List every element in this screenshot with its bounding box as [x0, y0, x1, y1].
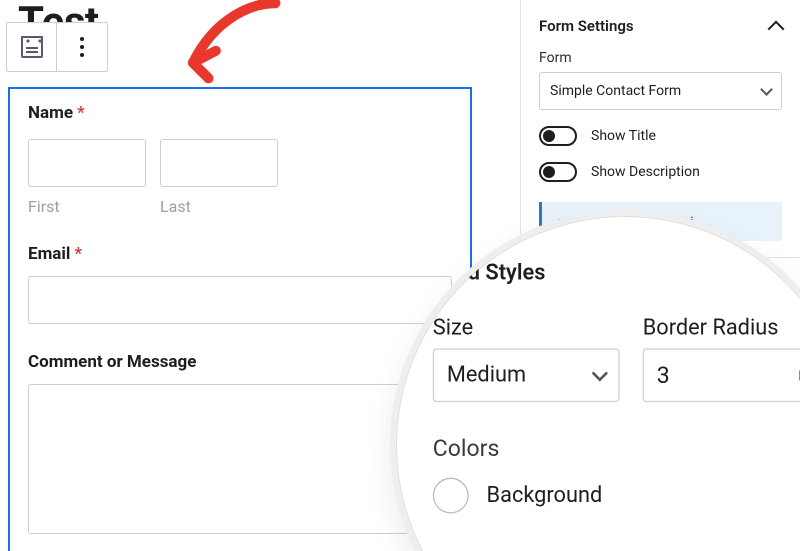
last-name-sublabel: Last [160, 197, 278, 216]
comment-input[interactable] [28, 384, 452, 534]
email-input[interactable] [28, 276, 452, 324]
show-title-label: Show Title [591, 128, 656, 144]
background-color-label: Background [487, 483, 603, 509]
border-radius-field: Border Radius 3 PX [643, 307, 800, 402]
more-vertical-icon [80, 45, 84, 49]
email-label: Email [28, 244, 70, 264]
size-field: Size Medium [433, 307, 620, 402]
show-description-toggle[interactable] [539, 162, 577, 182]
size-select-value: Medium [447, 362, 526, 388]
border-radius-value: 3 [657, 362, 670, 389]
size-select[interactable]: Medium [433, 348, 620, 402]
background-color-swatch[interactable] [433, 478, 469, 514]
last-name-input[interactable] [160, 139, 278, 187]
required-marker: * [74, 244, 82, 264]
show-title-row: Show Title [539, 126, 782, 146]
form-label: Form [539, 50, 782, 66]
chevron-up-icon [768, 21, 785, 38]
border-radius-input[interactable]: 3 PX [643, 348, 800, 402]
first-name-cell: First [28, 139, 146, 216]
comment-field: Comment or Message [28, 352, 452, 534]
chevron-down-icon [592, 365, 608, 381]
border-radius-label: Border Radius [643, 315, 800, 341]
email-field: Email * [28, 244, 452, 324]
block-type-button[interactable] [7, 23, 57, 71]
field-styles-header[interactable]: Field Styles [433, 246, 800, 300]
name-field: Name * First Last [28, 103, 452, 216]
viewport: Test Name * First [0, 0, 800, 551]
magnifier-lens: Field Styles Size Medium Border Radius [390, 210, 800, 551]
first-name-sublabel: First [28, 197, 146, 216]
show-title-toggle[interactable] [539, 126, 577, 146]
size-label: Size [433, 315, 620, 341]
show-description-row: Show Description [539, 162, 782, 182]
name-label: Name [28, 103, 73, 123]
block-more-button[interactable] [57, 23, 107, 71]
background-color-row[interactable]: Background [433, 478, 800, 514]
form-select-value: Simple Contact Form [550, 83, 681, 99]
show-description-label: Show Description [591, 164, 700, 180]
form-select[interactable]: Simple Contact Form [539, 72, 782, 110]
last-name-cell: Last [160, 139, 278, 216]
colors-heading: Colors [433, 435, 800, 462]
comment-label: Comment or Message [28, 352, 196, 372]
field-styles-title: Field Styles [433, 260, 546, 286]
form-settings-title: Form Settings [539, 17, 634, 35]
form-block-icon [21, 36, 43, 58]
chevron-down-icon [760, 83, 773, 96]
block-toolbar [6, 22, 108, 72]
form-settings-header[interactable]: Form Settings [539, 8, 782, 44]
magnifier-contents: Field Styles Size Medium Border Radius [420, 246, 800, 529]
required-marker: * [77, 103, 85, 123]
first-name-input[interactable] [28, 139, 146, 187]
